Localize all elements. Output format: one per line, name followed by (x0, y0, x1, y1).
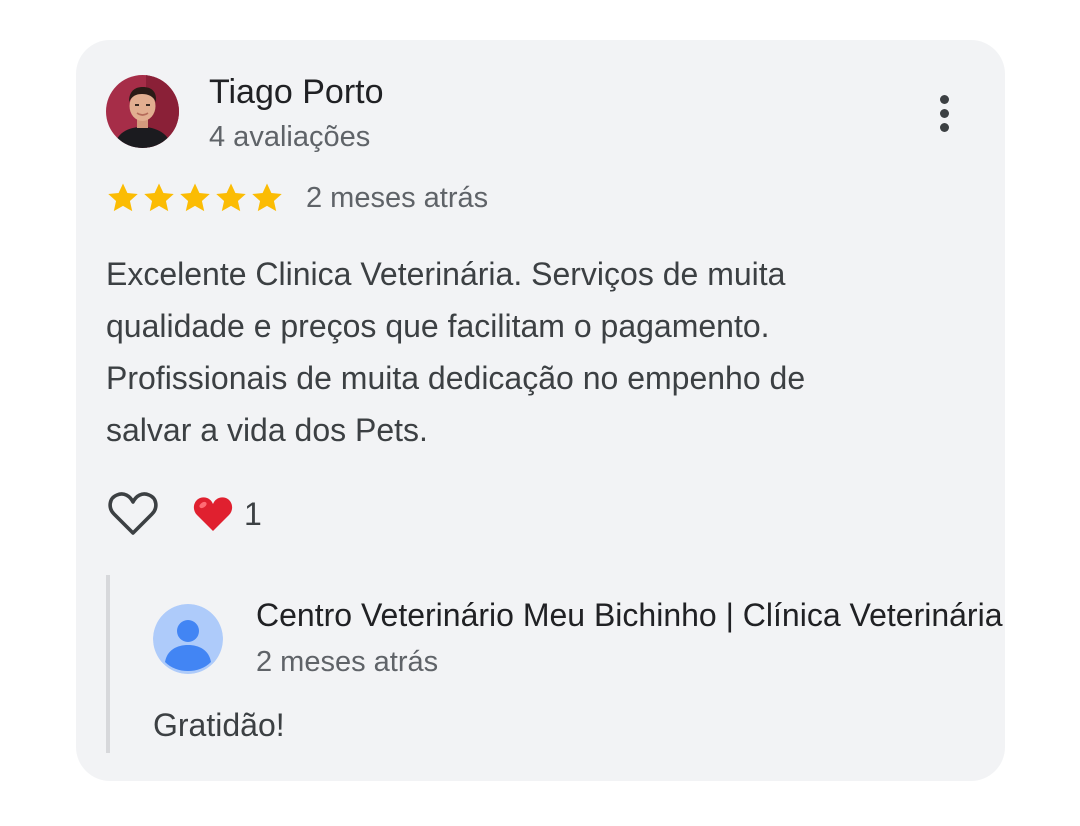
owner-avatar[interactable] (153, 604, 223, 674)
more-options-button[interactable] (924, 88, 964, 138)
review-actions: 1 (106, 488, 262, 540)
review-text-line: Profissionais de muita dedicação no empe… (106, 360, 806, 396)
review-text-line: qualidade e preços que facilitam o pagam… (106, 308, 770, 344)
owner-reply: Centro Veterinário Meu Bichinho | Clínic… (106, 575, 1005, 753)
review-date: 2 meses atrás (306, 181, 489, 214)
reviewer-review-count: 4 avaliações (209, 121, 371, 153)
like-button[interactable] (106, 488, 160, 540)
star-icon (216, 183, 246, 212)
star-icon (144, 183, 174, 212)
reviewer-avatar[interactable] (106, 75, 179, 148)
heart-outline-icon (108, 492, 158, 535)
star-icon (108, 183, 138, 212)
rating-row: 2 meses atrás (106, 180, 488, 216)
star-rating (106, 181, 284, 215)
default-profile-icon (153, 604, 223, 674)
owner-name[interactable]: Centro Veterinário Meu Bichinho | Clínic… (256, 595, 1002, 635)
review-text-line: salvar a vida dos Pets. (106, 412, 428, 448)
star-icon (180, 183, 210, 212)
more-vertical-icon (939, 94, 949, 132)
reaction-count: 1 (244, 495, 262, 532)
star-icon (252, 183, 282, 212)
owner-reply-text: Gratidão! (153, 707, 285, 743)
review-text: Excelente Clinica Veterinária. Serviços … (106, 248, 966, 456)
review-text-line: Excelente Clinica Veterinária. Serviços … (106, 256, 786, 292)
review-card: Tiago Porto 4 avaliações 2 meses atrás E… (76, 40, 1005, 781)
owner-reply-date: 2 meses atrás (256, 646, 439, 678)
reaction-summary[interactable]: 1 (192, 494, 262, 534)
reviewer-photo (106, 75, 179, 148)
reviewer-name[interactable]: Tiago Porto (209, 72, 384, 112)
red-heart-icon (193, 497, 233, 531)
